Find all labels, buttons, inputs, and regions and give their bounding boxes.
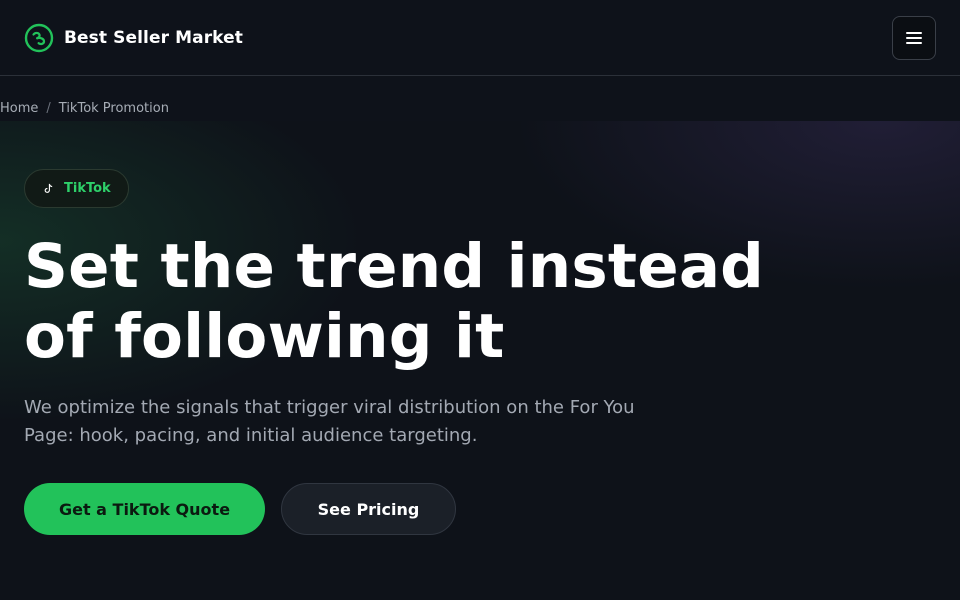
page: Best Seller Market Home / TikTok Promoti… bbox=[0, 0, 960, 600]
hero-title: Set the trend instead of following it bbox=[24, 231, 765, 372]
brand[interactable]: Best Seller Market bbox=[24, 23, 243, 53]
platform-badge: TikTok bbox=[24, 169, 129, 208]
breadcrumb-current: TikTok Promotion bbox=[58, 101, 169, 116]
see-pricing-button[interactable]: See Pricing bbox=[281, 483, 456, 535]
platform-badge-label: TikTok bbox=[64, 181, 111, 196]
circle-logo-icon bbox=[24, 23, 54, 52]
menu-button[interactable] bbox=[892, 15, 936, 60]
hamburger-menu-icon bbox=[906, 31, 922, 44]
tiktok-note-icon bbox=[44, 183, 53, 193]
brand-name: Best Seller Market bbox=[64, 27, 243, 48]
hero-subtitle: We optimize the signals that trigger vir… bbox=[24, 397, 635, 446]
site-header: Best Seller Market bbox=[0, 0, 960, 76]
breadcrumb: Home / TikTok Promotion bbox=[0, 101, 169, 116]
breadcrumb-separator: / bbox=[46, 101, 51, 116]
get-quote-button[interactable]: Get a TikTok Quote bbox=[24, 483, 265, 535]
breadcrumb-home[interactable]: Home bbox=[0, 101, 38, 116]
